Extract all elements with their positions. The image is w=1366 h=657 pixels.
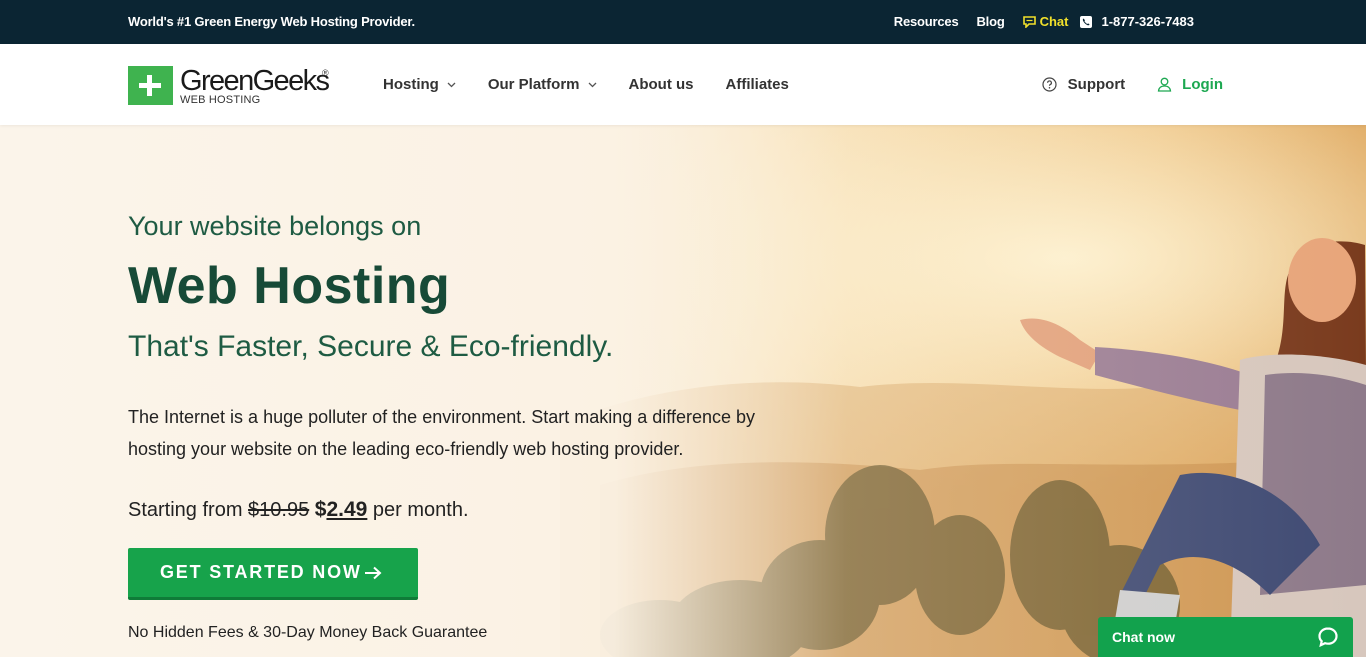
nav-item-label: About us <box>628 76 694 93</box>
chat-label: Chat <box>1039 14 1069 29</box>
topbar-links: Resources Blog Chat 1-877-326-7483 <box>876 14 1194 29</box>
hero-pre-heading: Your website belongs on <box>128 211 422 241</box>
hero-guarantee: No Hidden Fees & 30-Day Money Back Guara… <box>128 624 488 641</box>
price-old: $10.95 <box>248 499 310 521</box>
nav-item-label: Hosting <box>383 76 439 93</box>
price-suffix: per month. <box>367 499 469 521</box>
chevron-down-icon <box>588 82 596 87</box>
chevron-down-icon <box>447 82 456 87</box>
logo-subtitle: WEB HOSTING <box>180 94 261 106</box>
phone-number: 1-877-326-7483 <box>1101 14 1194 29</box>
price-currency: $ <box>314 498 327 521</box>
topbar-chat-link[interactable]: Chat <box>1022 14 1069 29</box>
price-prefix: Starting from <box>128 499 249 521</box>
price-new-amount: 2.49 <box>326 498 368 521</box>
logo-plus-icon <box>128 66 173 105</box>
top-bar: World's #1 Green Energy Web Hosting Prov… <box>0 0 1366 44</box>
chat-bubble-icon <box>1022 15 1036 28</box>
hero-headline: Web Hosting <box>128 257 451 315</box>
login-label: Login <box>1182 76 1223 93</box>
logo-registered: ® <box>322 68 329 78</box>
chat-widget-icon <box>1318 627 1338 648</box>
nav-item-label: Our Platform <box>487 76 580 93</box>
support-link[interactable]: Support <box>1042 76 1126 93</box>
phone-icon <box>1080 15 1093 28</box>
user-icon <box>1157 77 1172 92</box>
support-label: Support <box>1067 76 1126 93</box>
nav-item-hosting[interactable]: Hosting <box>383 76 456 93</box>
nav-item-about-us[interactable]: About us <box>629 76 694 93</box>
nav-item-affiliates[interactable]: Affiliates <box>726 76 789 93</box>
topbar-phone[interactable]: 1-877-326-7483 <box>1080 14 1194 29</box>
greengeeks-logo[interactable]: GreenGeeks ® WEB HOSTING <box>128 65 330 106</box>
help-circle-icon <box>1042 77 1057 92</box>
chat-now-label: Chat now <box>1112 629 1175 645</box>
get-started-button[interactable]: GET STARTED NOW <box>128 548 418 600</box>
topbar-tagline: World's #1 Green Energy Web Hosting Prov… <box>128 14 415 29</box>
topbar-link-blog[interactable]: Blog <box>976 14 1004 29</box>
login-link[interactable]: Login <box>1157 76 1223 93</box>
get-started-label: GET STARTED NOW <box>160 562 362 582</box>
nav-right: Support Login <box>1042 76 1223 93</box>
nav-menu: Hosting Our Platform About us Affiliates <box>383 76 821 93</box>
price-new: $2.49 <box>315 498 368 521</box>
chat-now-widget[interactable]: Chat now <box>1098 617 1353 657</box>
topbar-link-resources[interactable]: Resources <box>894 14 959 29</box>
arrow-right-icon <box>364 566 382 579</box>
nav-item-label: Affiliates <box>725 76 789 93</box>
hero-section: Your website belongs on Web Hosting That… <box>0 125 1366 657</box>
hero-description: The Internet is a huge polluter of the e… <box>128 407 756 459</box>
main-nav: GreenGeeks ® WEB HOSTING Hosting Our Pla… <box>0 44 1366 125</box>
nav-item-our-platform[interactable]: Our Platform <box>488 76 597 93</box>
hero-subheading: That's Faster, Secure & Eco-friendly. <box>128 330 614 363</box>
hero-price: Starting from $10.95 $2.49 per month. <box>128 498 469 522</box>
